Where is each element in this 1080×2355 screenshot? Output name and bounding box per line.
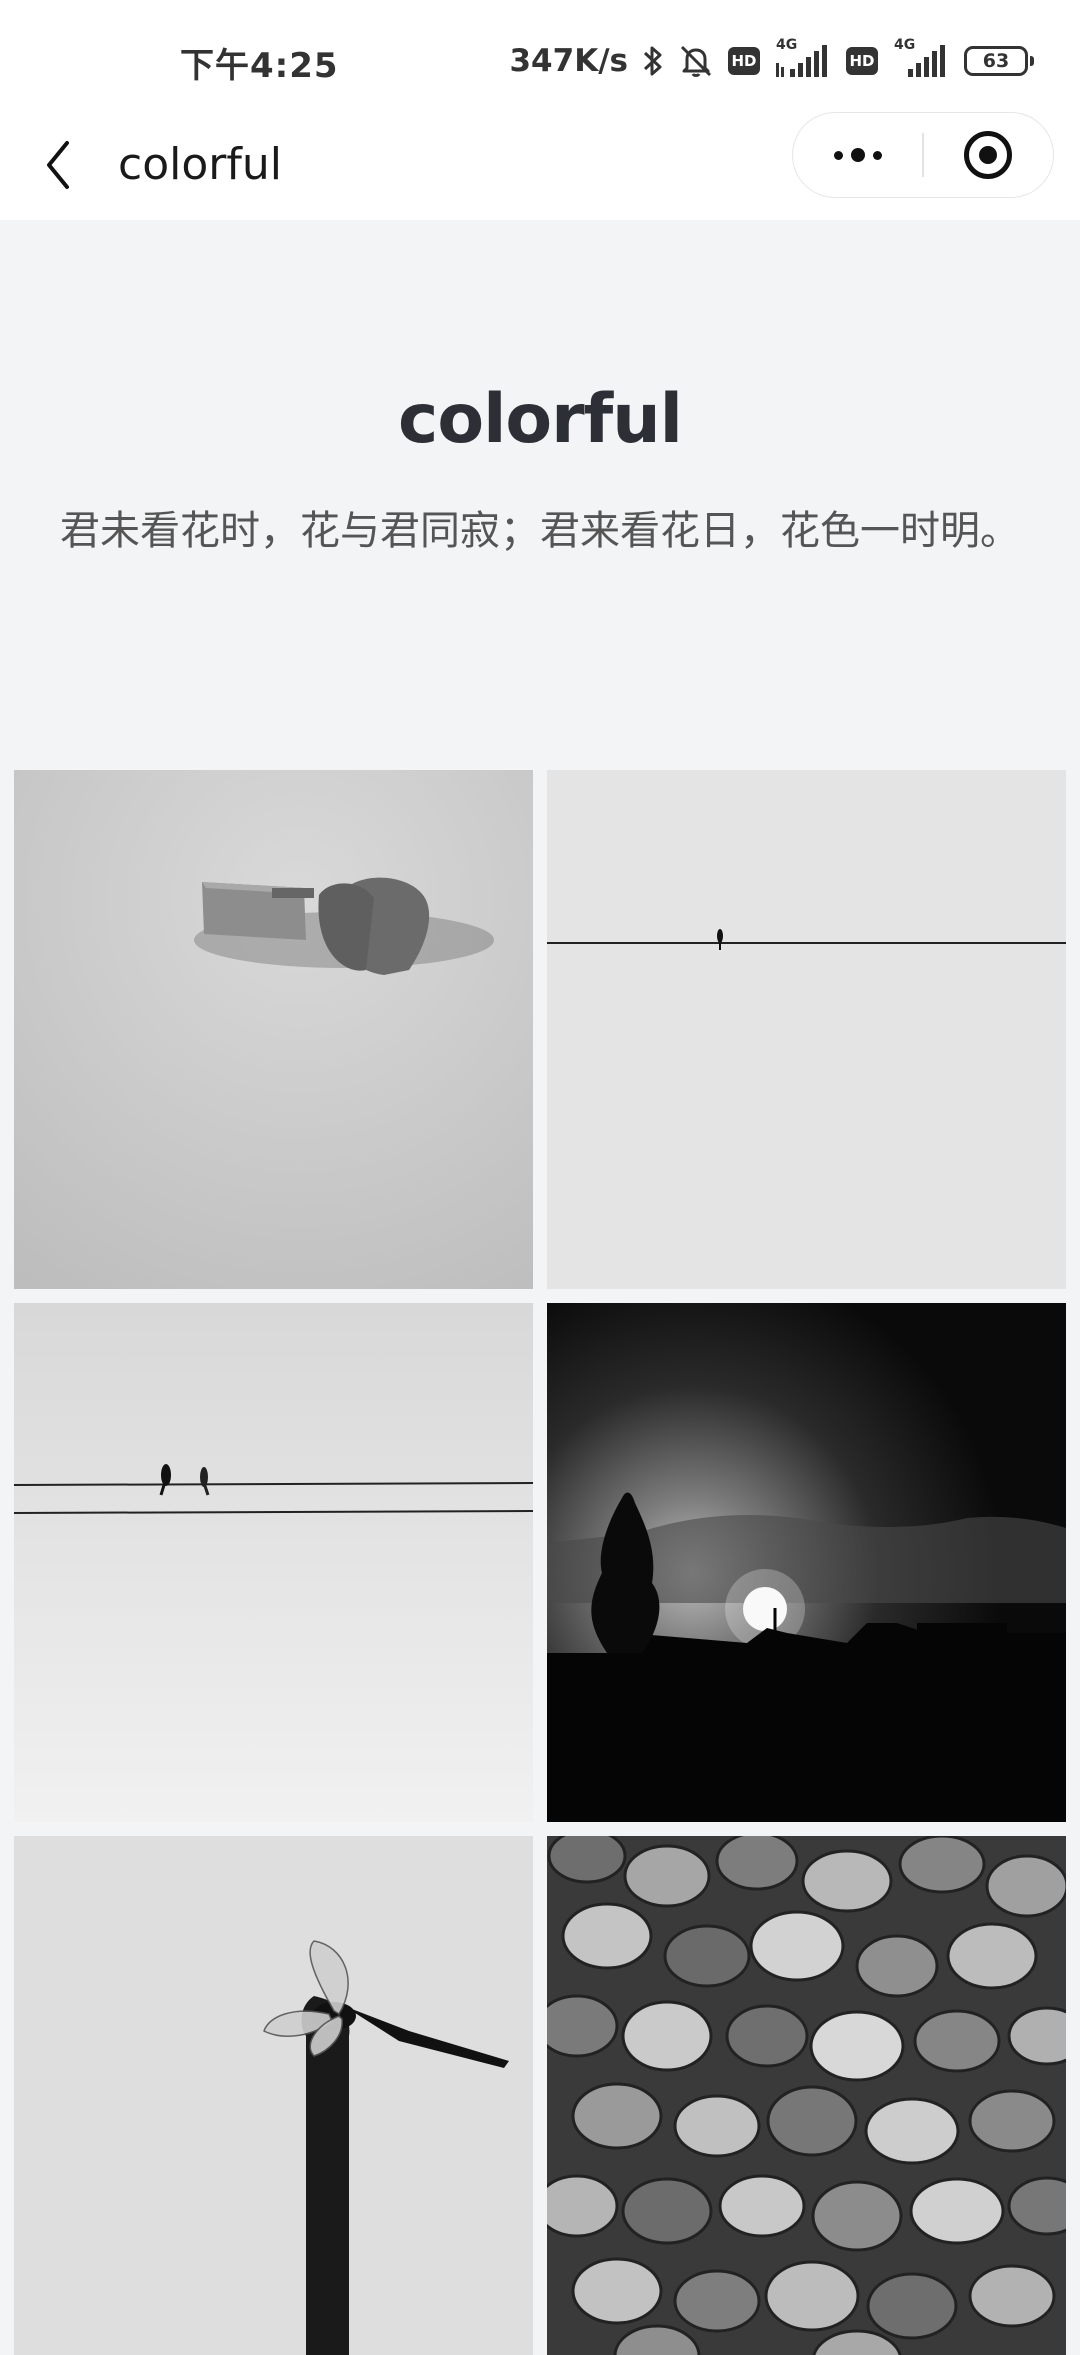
battery-level: 63 xyxy=(982,50,1010,72)
bird-on-wire-image xyxy=(547,770,1066,1289)
target-icon xyxy=(964,131,1013,179)
hd-badge-2: HD xyxy=(846,47,878,75)
bluetooth-icon xyxy=(643,46,662,76)
dragonfly-image xyxy=(14,1836,533,2355)
more-button[interactable] xyxy=(793,113,922,197)
photo-bird-on-wire[interactable] xyxy=(547,770,1066,1289)
sunset-silhouette-image xyxy=(547,1303,1066,1822)
photo-sunset[interactable] xyxy=(547,1303,1066,1822)
back-button[interactable] xyxy=(28,130,88,200)
photo-heart-clothespin[interactable] xyxy=(14,770,533,1289)
photo-dragonfly[interactable] xyxy=(14,1836,533,2355)
signal-icon-1: 4G xyxy=(774,37,832,81)
status-bar: 下午4:25 347K/s HD 4G HD 4G 63 xyxy=(0,0,1080,110)
heart-clothespin-image xyxy=(14,770,533,1289)
muted-bell-icon xyxy=(680,45,712,77)
signal-icon-2: 4G xyxy=(892,37,950,81)
page-subtitle: 君未看花时，花与君同寂；君来看花日，花色一时明。 xyxy=(60,508,1020,554)
page-title: colorful xyxy=(398,380,683,459)
battery-icon: 63 xyxy=(964,46,1034,76)
nav-title: colorful xyxy=(118,139,282,190)
photo-grid xyxy=(14,770,1066,2355)
status-time: 下午4:25 xyxy=(180,46,339,86)
close-miniprogram-button[interactable] xyxy=(924,113,1053,197)
network-speed: 347K/s xyxy=(509,43,628,79)
network-type-2: 4G xyxy=(894,37,916,53)
status-indicators: 347K/s HD 4G HD 4G 63 xyxy=(509,36,1034,86)
network-type-1: 4G xyxy=(776,37,798,53)
two-birds-image xyxy=(14,1303,533,1822)
photo-clams[interactable] xyxy=(547,1836,1066,2355)
nav-bar: colorful xyxy=(0,110,1080,220)
page-header: colorful 君未看花时，花与君同寂；君来看花日，花色一时明。 xyxy=(0,220,1080,770)
more-dots-icon xyxy=(833,148,882,162)
chevron-left-icon xyxy=(47,141,69,189)
miniprogram-capsule xyxy=(792,112,1054,198)
photo-two-birds[interactable] xyxy=(14,1303,533,1822)
hd-badge-1: HD xyxy=(728,47,760,75)
clams-image xyxy=(547,1836,1066,2355)
